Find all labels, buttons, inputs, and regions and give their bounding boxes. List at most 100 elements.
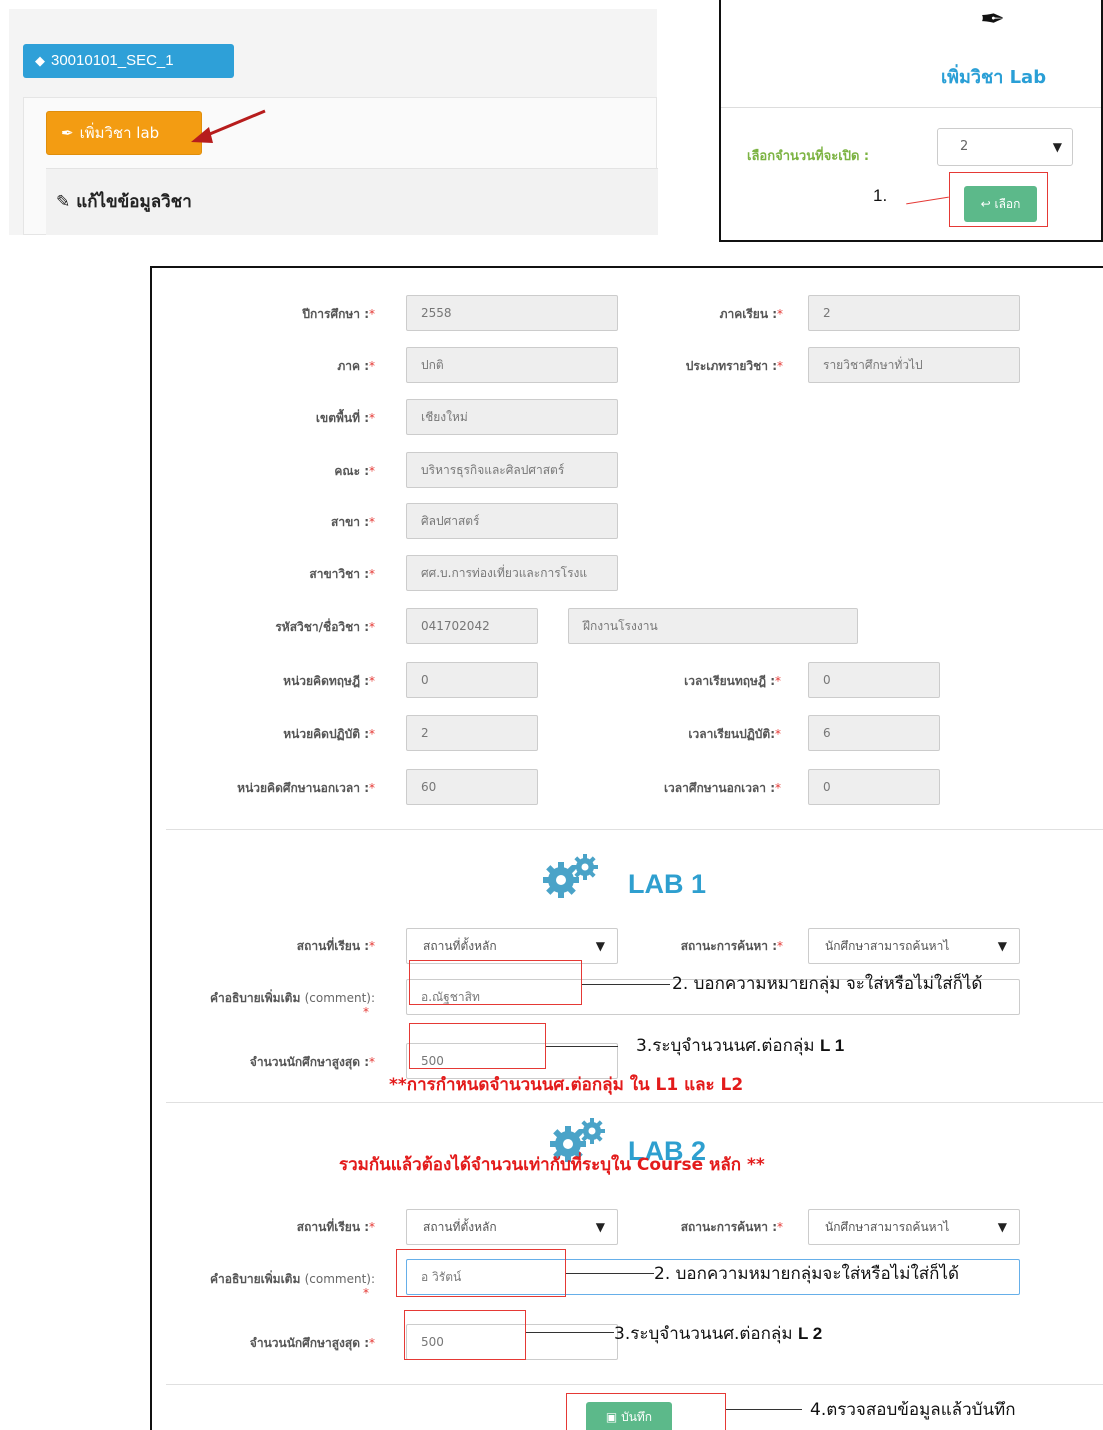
required-mark: *: [363, 1286, 369, 1300]
practice-hours-field[interactable]: 6: [808, 715, 940, 751]
save-button[interactable]: ▣ บันทึก: [586, 1402, 672, 1430]
term-label: ภาค :*: [337, 359, 375, 373]
course-panel: ✒ เพิ่มวิชา lab ✎ แก้ไขข้อมูลวิชา: [23, 97, 658, 235]
choose-button[interactable]: ↩ เลือก: [964, 186, 1037, 222]
department-label: สาขา :*: [331, 515, 375, 529]
annotation-box: [396, 1249, 566, 1297]
course-name-field[interactable]: ฝึกงานโรงงาน: [568, 608, 858, 644]
course-type-label: ประเภทรายวิชา :*: [685, 359, 783, 373]
feather-icon: ✒: [980, 2, 1006, 37]
practice-credits-field[interactable]: 2: [406, 715, 538, 751]
lab-count-value: 2: [960, 139, 969, 154]
practice-hours-label: เวลาเรียนปฏิบัติ:*: [688, 727, 781, 741]
lab-2-search-select[interactable]: นักศึกษาสามารถค้นหาไ ▼: [808, 1209, 1020, 1245]
annotation-line: [582, 984, 670, 985]
campus-label: เขตพื้นที่ :*: [315, 411, 375, 425]
caret-down-icon: ▼: [997, 939, 1007, 953]
reply-icon: ↩: [980, 197, 995, 211]
faculty-field[interactable]: บริหารธุรกิจและศิลปศาสตร์: [406, 452, 618, 488]
lab-1-max-label: จำนวนนักศึกษาสูงสุด :*: [249, 1055, 375, 1069]
semester-field[interactable]: 2: [808, 295, 1020, 331]
required-mark: *: [363, 1005, 369, 1019]
campus-field[interactable]: เชียงใหม่: [406, 399, 618, 435]
tag-icon: ◆: [35, 53, 45, 68]
course-code-label: รหัสวิชา/ชื่อวิชา :*: [275, 620, 375, 634]
lab-count-label: เลือกจำนวนที่จะเปิด :: [747, 149, 870, 164]
program-field[interactable]: ศศ.บ.การท่องเที่ยวและการโรงแ: [406, 555, 618, 591]
course-toolbar-panel: ◆ 30010101_SEC_1 ✒ เพิ่มวิชา lab ✎ แก้ไขข้อ…: [9, 9, 658, 235]
lab-count-select[interactable]: 2 ▼: [937, 128, 1073, 166]
caret-down-icon: ▼: [1052, 140, 1062, 154]
edit-course-header[interactable]: ✎ แก้ไขข้อมูลวิชา: [46, 168, 658, 235]
annotation-line: [546, 1046, 618, 1047]
faculty-label: คณะ :*: [334, 464, 375, 478]
save-label: บันทึก: [621, 1410, 653, 1424]
red-arrow: [191, 109, 266, 143]
lab-1-location-value: สถานที่ตั้งหลัก: [423, 939, 497, 953]
max-note-2: 3.ระบุจำนวนนศ.ต่อกลุ่ม L 2: [614, 1324, 823, 1344]
caret-down-icon: ▼: [997, 1220, 1007, 1234]
divider: [721, 107, 1101, 108]
self-study-credits-field[interactable]: 60: [406, 769, 538, 805]
self-study-credits-label: หน่วยคิดศึกษานอกเวลา :*: [237, 781, 375, 795]
caret-down-icon: ▼: [595, 1220, 605, 1234]
add-lab-dialog: ✒ เพิ่มวิชา Lab เลือกจำนวนที่จะเปิด : 2 …: [719, 0, 1103, 242]
comment-note-1: 2. บอกความหมายกลุ่ม จะใส่หรือไม่ใส่ก็ได้: [672, 974, 983, 994]
academic-year-label: ปีการศึกษา :*: [302, 307, 375, 321]
step-number: 1.: [873, 186, 888, 205]
lab-2-max-label: จำนวนนักศึกษาสูงสุด :*: [249, 1336, 375, 1350]
theory-hours-label: เวลาเรียนทฤษฎี :*: [684, 674, 781, 688]
feather-icon: ✒: [61, 124, 74, 142]
divider: [166, 829, 1103, 830]
annotation-box: [409, 960, 582, 1005]
self-study-hours-field[interactable]: 0: [808, 769, 940, 805]
save-note: 4.ตรวจสอบข้อมูลแล้วบันทึก: [810, 1400, 1016, 1420]
warning-line-2: รวมกันแล้วต้องได้จำนวนเท่ากับที่ระบุใน C…: [339, 1155, 765, 1175]
theory-hours-field[interactable]: 0: [808, 662, 940, 698]
annotation-line: [526, 1332, 614, 1333]
lab-2-location-select[interactable]: สถานที่ตั้งหลัก ▼: [406, 1209, 618, 1245]
academic-year-field[interactable]: 2558: [406, 295, 618, 331]
floppy-icon: ▣: [605, 1410, 622, 1424]
lab-1-search-select[interactable]: นักศึกษาสามารถค้นหาไ ▼: [808, 928, 1020, 964]
dialog-title: เพิ่มวิชา Lab: [941, 67, 1047, 88]
add-lab-button[interactable]: ✒ เพิ่มวิชา lab: [46, 111, 202, 155]
lab-1-location-select[interactable]: สถานที่ตั้งหลัก ▼: [406, 928, 618, 964]
lab-2-location-label: สถานที่เรียน :*: [296, 1220, 375, 1234]
add-lab-label: เพิ่มวิชา lab: [79, 124, 160, 142]
pencil-icon: ✎: [56, 192, 71, 212]
annotation-line: [566, 1273, 654, 1274]
edit-course-label: แก้ไขข้อมูลวิชา: [76, 192, 192, 212]
course-type-field[interactable]: รายวิชาศึกษาทั่วไป: [808, 347, 1020, 383]
lab-1-search-value: นักศึกษาสามารถค้นหาไ: [825, 939, 950, 953]
section-tag-label: 30010101_SEC_1: [51, 52, 174, 69]
max-note-1: 3.ระบุจำนวนนศ.ต่อกลุ่ม L 1: [636, 1036, 845, 1056]
lab-1-search-label: สถานะการค้นหา :*: [680, 939, 783, 953]
lab-1-heading: LAB 1: [628, 869, 707, 899]
self-study-hours-label: เวลาศึกษานอกเวลา :*: [663, 781, 781, 795]
choose-label: เลือก: [994, 197, 1021, 211]
gears-icon: [543, 854, 598, 898]
department-field[interactable]: ศิลปศาสตร์: [406, 503, 618, 539]
lab-2-search-label: สถานะการค้นหา :*: [680, 1220, 783, 1234]
lab-form: ปีการศึกษา :* 2558 ภาคเรียน :* 2 ภาค :* …: [150, 266, 1103, 1430]
divider: [166, 1384, 1103, 1385]
theory-credits-field[interactable]: 0: [406, 662, 538, 698]
practice-credits-label: หน่วยคิดปฏิบัติ :*: [283, 727, 375, 741]
program-label: สาขาวิชา :*: [309, 567, 375, 581]
term-field[interactable]: ปกติ: [406, 347, 618, 383]
annotation-box: [404, 1310, 526, 1360]
annotation-line: [906, 196, 949, 205]
annotation-line: [726, 1409, 802, 1410]
caret-down-icon: ▼: [595, 939, 605, 953]
comment-note-2: 2. บอกความหมายกลุ่มจะใส่หรือไม่ใส่ก็ได้: [654, 1264, 960, 1284]
lab-2-search-value: นักศึกษาสามารถค้นหาไ: [825, 1220, 950, 1234]
annotation-box: [409, 1023, 546, 1069]
divider: [166, 1102, 1103, 1103]
lab-1-location-label: สถานที่เรียน :*: [296, 939, 375, 953]
section-tag[interactable]: ◆ 30010101_SEC_1: [23, 44, 234, 78]
theory-credits-label: หน่วยคิดทฤษฎี :*: [283, 674, 375, 688]
lab-2-location-value: สถานที่ตั้งหลัก: [423, 1220, 497, 1234]
warning-line-1: **การกำหนดจำนวนนศ.ต่อกลุ่ม ใน L1 และ L2: [389, 1075, 744, 1095]
course-code-field[interactable]: 041702042: [406, 608, 538, 644]
